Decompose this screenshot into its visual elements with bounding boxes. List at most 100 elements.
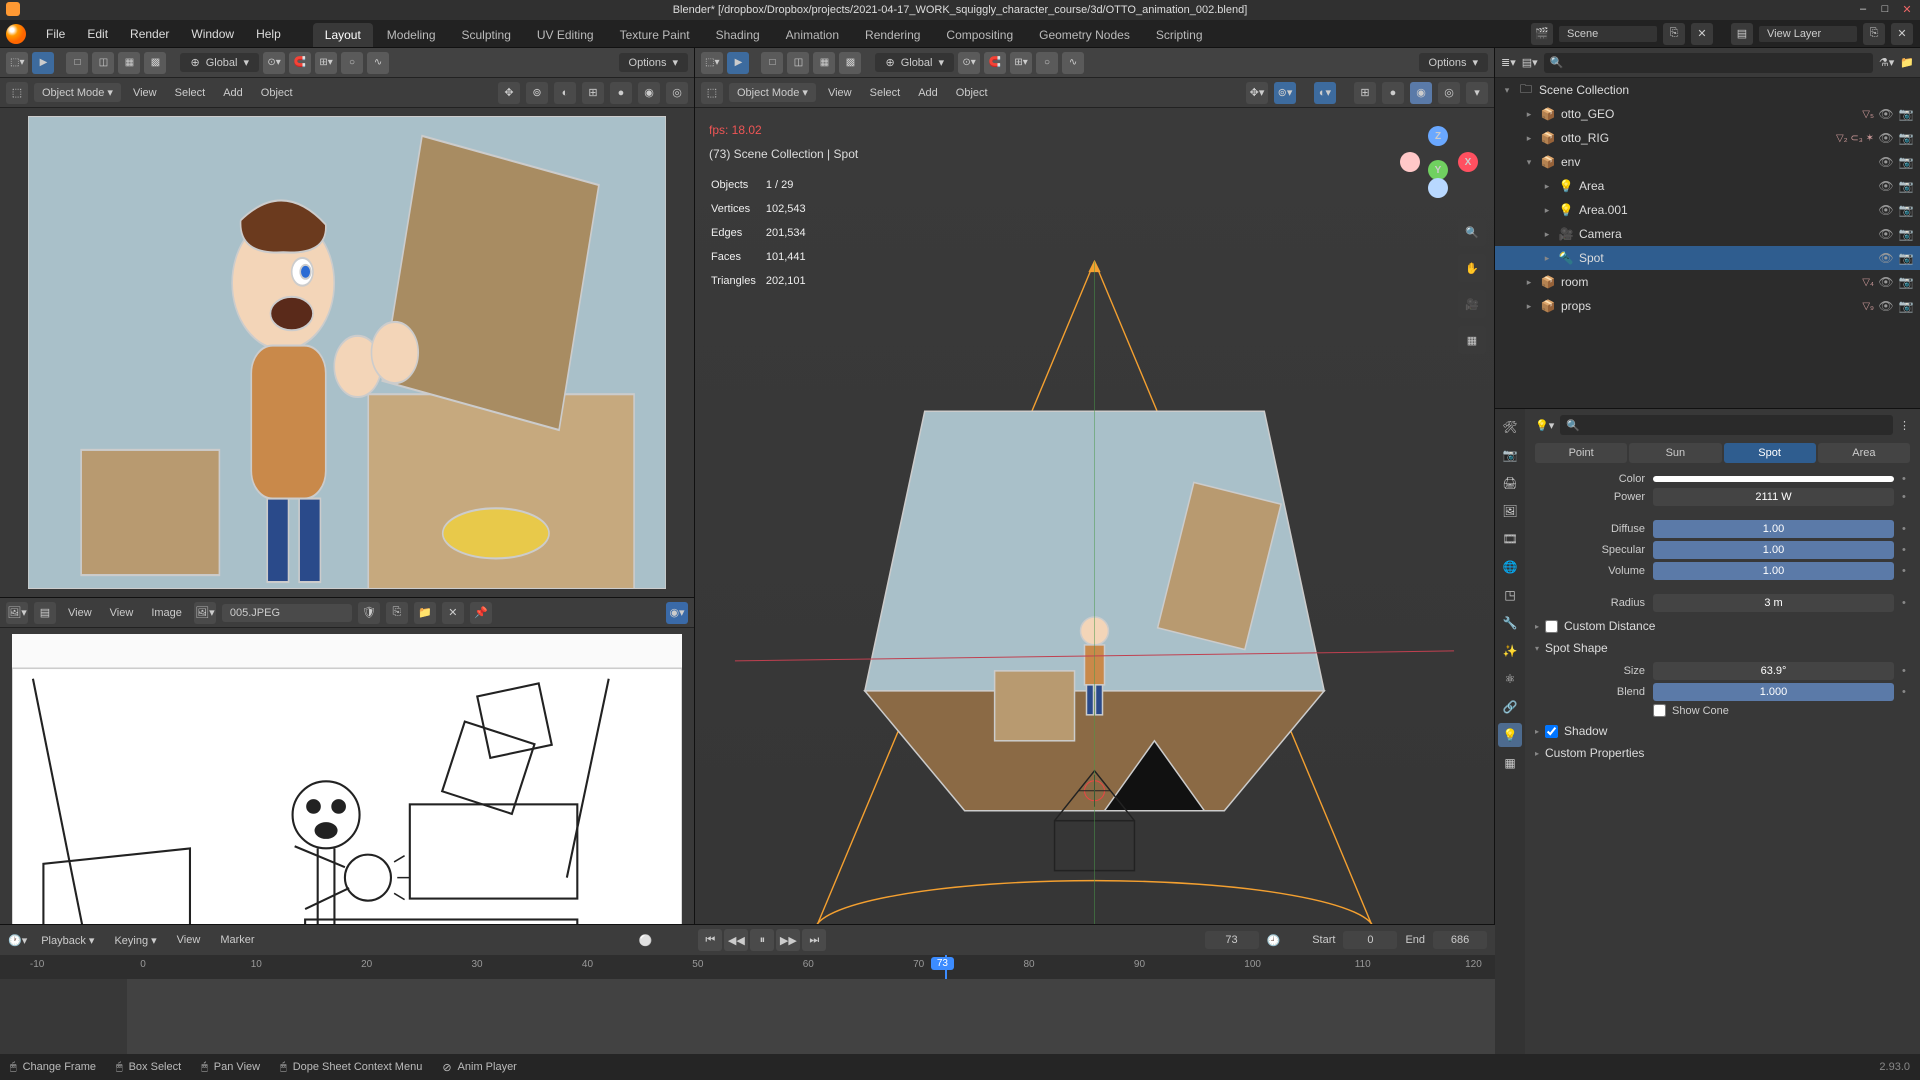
- tab-layout[interactable]: Layout: [313, 23, 373, 47]
- light-power-field[interactable]: 2111 W: [1653, 488, 1894, 506]
- mode-3d-dropdown[interactable]: Object Mode ▾: [729, 83, 816, 102]
- tab-paint[interactable]: Texture Paint: [608, 23, 702, 47]
- scene-browse-icon[interactable]: 🎬: [1531, 23, 1553, 45]
- end-frame-field[interactable]: 686: [1433, 931, 1487, 949]
- gizmo-toggle-icon[interactable]: ✥: [498, 82, 520, 104]
- tree-row[interactable]: ▸ 🎥 Camera 👁📷: [1495, 222, 1920, 246]
- image-unlink-icon[interactable]: ✕: [442, 602, 464, 624]
- img-view-menu[interactable]: View: [62, 604, 98, 622]
- shadow-check[interactable]: [1545, 725, 1558, 738]
- panel-custom-distance[interactable]: ▸Custom Distance: [1535, 615, 1910, 637]
- image-pin-icon[interactable]: 📌: [470, 602, 492, 624]
- tab-script[interactable]: Scripting: [1144, 23, 1215, 47]
- prop-search[interactable]: 🔍: [1560, 415, 1893, 435]
- tab-render[interactable]: Rendering: [853, 23, 932, 47]
- image-browse-icon[interactable]: 🖼▾: [194, 602, 216, 624]
- menu-window[interactable]: Window: [181, 23, 244, 45]
- render-icon[interactable]: 📷: [1898, 131, 1914, 145]
- scene-del-icon[interactable]: ✕: [1691, 23, 1713, 45]
- zoom-icon[interactable]: 🔍: [1458, 218, 1486, 246]
- menu-edit[interactable]: Edit: [77, 23, 118, 45]
- render-icon[interactable]: 📷: [1898, 107, 1914, 121]
- orientation-dropdown[interactable]: ⊕Global▾: [180, 53, 259, 72]
- spot-size-field[interactable]: 63.9°: [1653, 662, 1894, 680]
- prop-tab-world-icon[interactable]: 🌐: [1498, 555, 1522, 579]
- object-menu[interactable]: Object: [255, 84, 299, 102]
- disclosure-icon[interactable]: ▸: [1541, 205, 1553, 216]
- render-icon[interactable]: 📷: [1898, 299, 1914, 313]
- shading-solid-icon[interactable]: ●: [610, 82, 632, 104]
- light-color-swatch[interactable]: [1653, 476, 1894, 482]
- tree-row[interactable]: ▸ 📦 room ▽₄ 👁📷: [1495, 270, 1920, 294]
- tree-row[interactable]: ▸ 📦 props ▽₉ 👁📷: [1495, 294, 1920, 318]
- tab-anim[interactable]: Animation: [774, 23, 851, 47]
- proportional-3d-icon[interactable]: ○: [1036, 52, 1058, 74]
- tree-row[interactable]: ▸ 🔦 Spot 👁📷: [1495, 246, 1920, 270]
- overlay-toggle-icon[interactable]: ⊚: [526, 82, 548, 104]
- custom-distance-check[interactable]: [1545, 620, 1558, 633]
- shading-matprev-icon[interactable]: ◉: [638, 82, 660, 104]
- current-frame-field[interactable]: 73: [1205, 931, 1259, 949]
- mode-3d-icon[interactable]: ⬚: [701, 82, 723, 104]
- sel-m2-icon[interactable]: ◫: [787, 52, 809, 74]
- blender-logo-icon[interactable]: [6, 24, 26, 44]
- snap-3d-icon[interactable]: 🧲: [984, 52, 1006, 74]
- maximize-icon[interactable]: □: [1878, 2, 1892, 16]
- sel-m4-icon[interactable]: ▩: [839, 52, 861, 74]
- xray-icon[interactable]: ◐: [554, 82, 576, 104]
- image-editor-type-icon[interactable]: 🖼▾: [6, 602, 28, 624]
- tab-sculpting[interactable]: Sculpting: [450, 23, 523, 47]
- prop-header-icon[interactable]: 💡▾: [1535, 419, 1554, 432]
- timeline-area[interactable]: -100102030405060708090100110120 73: [0, 955, 1495, 1054]
- tree-row[interactable]: ▸ 💡 Area.001 👁📷: [1495, 198, 1920, 222]
- cancel-icon[interactable]: ⊘: [442, 1061, 451, 1074]
- tab-geo[interactable]: Geometry Nodes: [1027, 23, 1142, 47]
- options-dropdown[interactable]: Options▾: [619, 53, 688, 72]
- image-open-icon[interactable]: 📁: [414, 602, 436, 624]
- shading-render-icon[interactable]: ◎: [666, 82, 688, 104]
- prop-tab-modifier-icon[interactable]: 🔧: [1498, 611, 1522, 635]
- image-name-field[interactable]: 005.JPEG: [222, 604, 352, 622]
- eye-icon[interactable]: 👁: [1878, 299, 1894, 313]
- snap-icon[interactable]: 🧲: [289, 52, 311, 74]
- tab-uv[interactable]: UV Editing: [525, 23, 606, 47]
- camera-viewport[interactable]: [28, 116, 666, 589]
- light-type-point[interactable]: Point: [1535, 443, 1627, 463]
- shade-wire-icon[interactable]: ⊞: [1354, 82, 1376, 104]
- prop-tab-tool-icon[interactable]: 🛠: [1498, 415, 1522, 439]
- mode-dropdown[interactable]: Object Mode ▾: [34, 83, 121, 102]
- autokey-icon[interactable]: ⚪: [639, 934, 653, 947]
- eye-icon[interactable]: 👁: [1878, 227, 1894, 241]
- start-frame-field[interactable]: 0: [1343, 931, 1397, 949]
- orientation-3d-dropdown[interactable]: ⊕Global▾: [875, 53, 954, 72]
- disclosure-icon[interactable]: ▸: [1523, 301, 1535, 312]
- proportional-icon[interactable]: ○: [341, 52, 363, 74]
- outliner-search[interactable]: 🔍: [1544, 53, 1873, 73]
- layer-del-icon[interactable]: ✕: [1891, 23, 1913, 45]
- prop-tab-data-icon[interactable]: 💡: [1498, 723, 1522, 747]
- disclosure-icon[interactable]: ▸: [1523, 109, 1535, 120]
- status-anim-player[interactable]: ⊘Anim Player: [442, 1061, 517, 1074]
- snap-target-3d-icon[interactable]: ⊞▾: [1010, 52, 1032, 74]
- select-menu[interactable]: Select: [169, 84, 212, 102]
- pivot-icon[interactable]: ⊙▾: [263, 52, 285, 74]
- tree-row[interactable]: ▸ 📦 otto_RIG ▽₂ ⊂₃ ✶ 👁📷: [1495, 126, 1920, 150]
- xray-3d-icon[interactable]: ◐▾: [1314, 82, 1336, 104]
- proportional-falloff-icon[interactable]: ∿: [367, 52, 389, 74]
- snap-target-icon[interactable]: ⊞▾: [315, 52, 337, 74]
- pan-icon[interactable]: ✋: [1458, 254, 1486, 282]
- prop-tab-particles-icon[interactable]: ✨: [1498, 639, 1522, 663]
- prev-key-icon[interactable]: ◀◀: [724, 929, 748, 951]
- eye-icon[interactable]: 👁: [1878, 251, 1894, 265]
- sel-m1-icon[interactable]: □: [761, 52, 783, 74]
- light-radius-field[interactable]: 3 m: [1653, 594, 1894, 612]
- eye-icon[interactable]: 👁: [1878, 203, 1894, 217]
- shade-solid-icon[interactable]: ●: [1382, 82, 1404, 104]
- render-icon[interactable]: 📷: [1898, 179, 1914, 193]
- editor-type-icon[interactable]: ⬚▾: [6, 52, 28, 74]
- mode-icon[interactable]: ⬚: [6, 82, 28, 104]
- scene-new-icon[interactable]: ⎘: [1663, 23, 1685, 45]
- light-type-area[interactable]: Area: [1818, 443, 1910, 463]
- nav-gizmo[interactable]: Z X Y: [1404, 126, 1474, 196]
- outliner-new-col-icon[interactable]: 📁: [1900, 56, 1914, 69]
